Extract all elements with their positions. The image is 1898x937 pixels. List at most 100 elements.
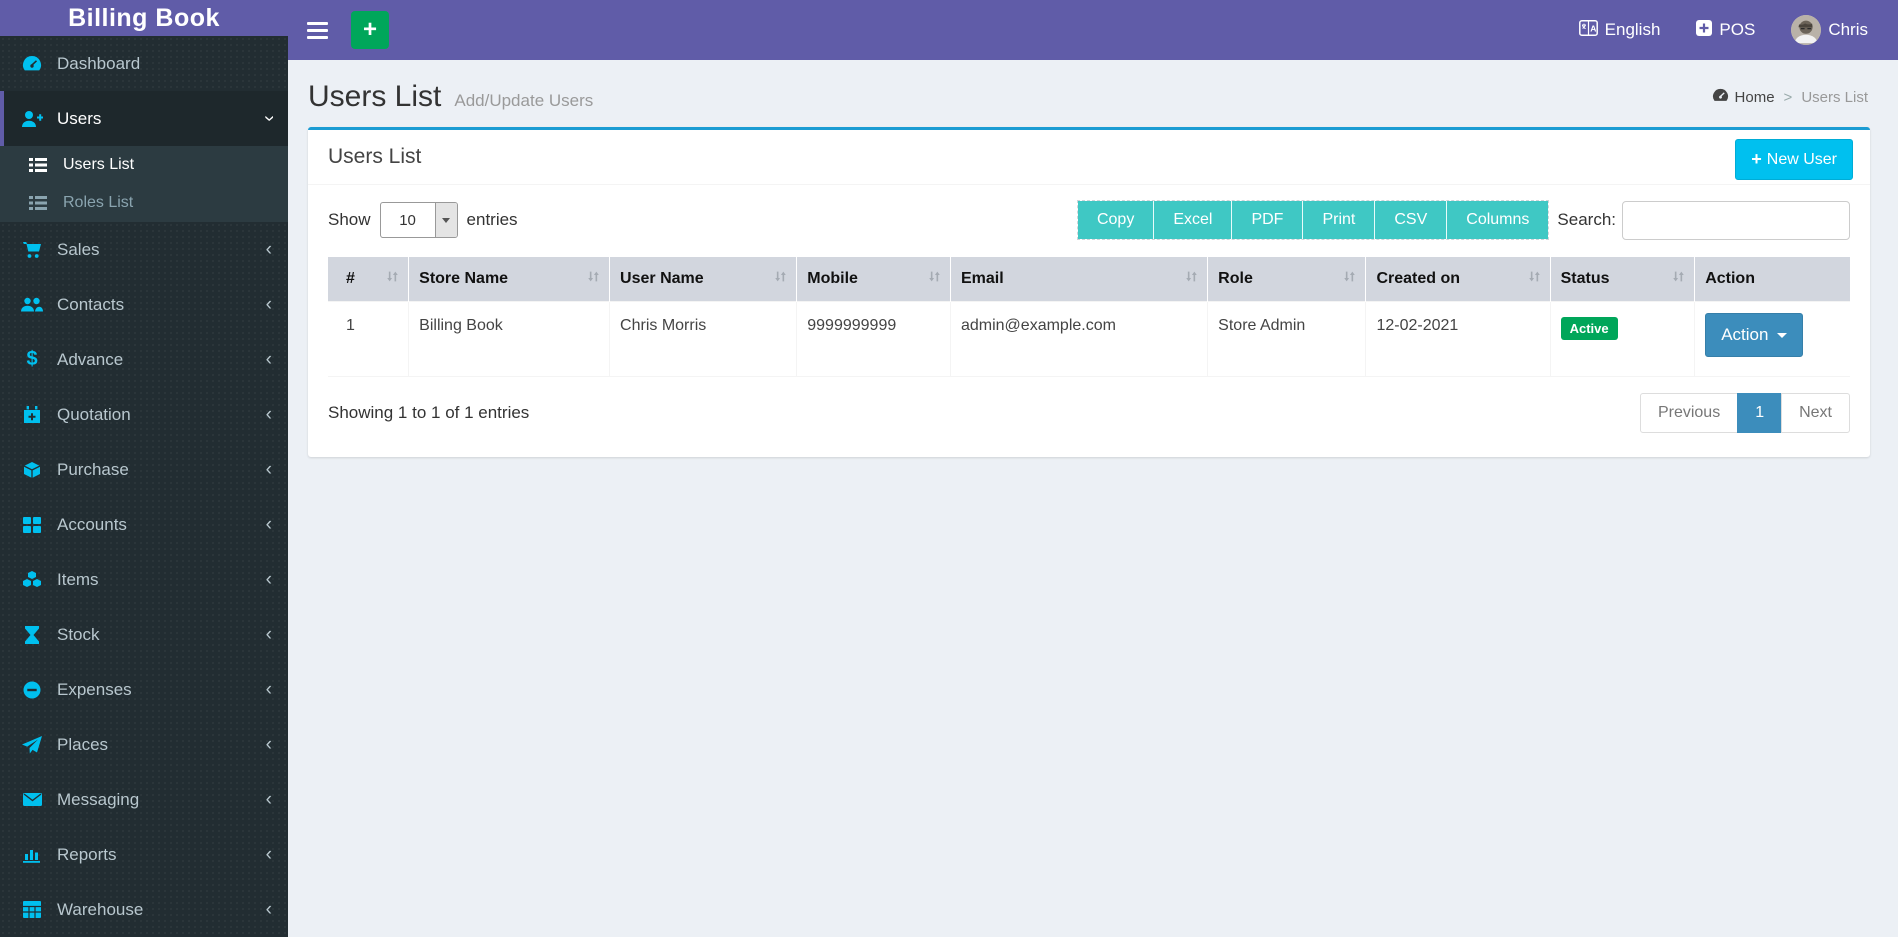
cell-mobile: 9999999999 <box>796 301 951 377</box>
column-header-user-name[interactable]: User Name <box>609 257 798 302</box>
sidebar-item-accounts[interactable]: Accounts ‹ <box>0 497 288 552</box>
sidebar-item-label: Places <box>57 734 109 754</box>
app-logo[interactable]: Billing Book <box>0 0 288 36</box>
sidebar-item-label: Roles List <box>63 194 134 211</box>
search-label: Search: <box>1557 210 1616 229</box>
cell-email: admin@example.com <box>950 301 1209 377</box>
pos-button[interactable]: POS <box>1696 19 1755 41</box>
cell-index: 1 <box>328 301 410 377</box>
export-button-group: Copy Excel PDF Print CSV Columns <box>1076 200 1550 240</box>
search-control: Search: <box>1557 200 1850 240</box>
breadcrumb-separator: > <box>1783 88 1793 106</box>
chevron-left-icon: ‹ <box>265 294 272 315</box>
page-length-control: Show 10 entries <box>328 202 518 238</box>
sidebar-item-expenses[interactable]: Expenses ‹ <box>0 662 288 717</box>
sidebar-item-label: Sales <box>57 239 100 259</box>
sidebar-item-quotation[interactable]: Quotation ‹ <box>0 387 288 442</box>
sidebar-item-reports[interactable]: Reports ‹ <box>0 827 288 882</box>
sidebar-item-label: Messaging <box>57 789 140 809</box>
cell-status: Active <box>1550 301 1696 377</box>
new-user-button-label: New User <box>1766 150 1837 168</box>
cubes-icon <box>18 571 46 588</box>
chevron-left-icon: ‹ <box>265 239 272 260</box>
toolbar-right: Copy Excel PDF Print CSV Columns Search: <box>1076 200 1850 240</box>
sidebar-item-messaging[interactable]: Messaging ‹ <box>0 772 288 827</box>
bar-chart-icon <box>18 846 46 863</box>
column-header-email[interactable]: Email <box>950 257 1209 302</box>
breadcrumb-home-link[interactable]: Home <box>1712 88 1775 107</box>
sidebar-item-label: Reports <box>57 844 117 864</box>
chevron-left-icon: ‹ <box>265 844 272 865</box>
column-header-role[interactable]: Role <box>1207 257 1367 302</box>
status-badge: Active <box>1560 317 1618 340</box>
sidebar-item-users[interactable]: Users ‹ <box>0 91 288 146</box>
new-user-button[interactable]: + New User <box>1735 139 1853 180</box>
chevron-left-icon: ‹ <box>265 899 272 920</box>
column-header-created-on[interactable]: Created on <box>1365 257 1551 302</box>
copy-button[interactable]: Copy <box>1077 201 1155 239</box>
content: Users List Add/Update Users Home > Users… <box>288 60 1898 937</box>
main-area: + A English POS Chris Users List Add/Upd… <box>288 0 1898 937</box>
columns-button[interactable]: Columns <box>1447 201 1549 239</box>
quick-add-button[interactable]: + <box>351 11 389 49</box>
sidebar-item-stock[interactable]: Stock ‹ <box>0 607 288 662</box>
sidebar-item-items[interactable]: Items ‹ <box>0 552 288 607</box>
csv-button[interactable]: CSV <box>1375 201 1448 239</box>
gauge-icon <box>18 55 46 73</box>
column-header-mobile[interactable]: Mobile <box>796 257 951 302</box>
sidebar-item-users-list[interactable]: Users List <box>0 146 288 184</box>
sidebar-item-dashboard[interactable]: Dashboard <box>0 36 288 91</box>
sort-icon <box>1528 270 1541 288</box>
user-menu[interactable]: Chris <box>1791 15 1868 45</box>
entries-info: Showing 1 to 1 of 1 entries <box>328 403 530 422</box>
sort-icon <box>587 270 600 288</box>
sort-icon <box>774 270 787 288</box>
page-length-select[interactable]: 10 <box>379 202 458 238</box>
sidebar-item-label: Contacts <box>57 294 125 314</box>
sort-icon <box>928 270 941 288</box>
page-header: Users List Add/Update Users Home > Users… <box>288 60 1898 127</box>
language-menu[interactable]: A English <box>1578 19 1660 41</box>
users-list-card: Users List + New User Show 10 entries Co… <box>308 127 1870 457</box>
calendar-plus-icon <box>18 405 46 424</box>
sidebar-item-purchase[interactable]: Purchase ‹ <box>0 442 288 497</box>
chevron-left-icon: ‹ <box>265 789 272 810</box>
column-header-index[interactable]: # <box>328 257 410 302</box>
cell-store-name: Billing Book <box>408 301 611 377</box>
page-title: Users List <box>308 80 442 113</box>
excel-button[interactable]: Excel <box>1154 201 1233 239</box>
sidebar-item-roles-list[interactable]: Roles List <box>0 184 288 222</box>
chevron-left-icon: ‹ <box>265 624 272 645</box>
sidebar-item-label: Users List <box>63 156 135 173</box>
sidebar-item-label: Users <box>57 108 102 128</box>
user-name-label: Chris <box>1828 20 1868 39</box>
pagination-previous-button[interactable]: Previous <box>1639 393 1739 433</box>
sort-icon <box>1343 270 1356 288</box>
column-header-store-name[interactable]: Store Name <box>408 257 611 302</box>
sidebar-item-sales[interactable]: Sales ‹ <box>0 222 288 277</box>
dollar-icon: $ <box>26 348 38 370</box>
breadcrumb: Home > Users List <box>1712 88 1868 107</box>
sidebar-item-label: Advance <box>57 349 124 369</box>
search-input[interactable] <box>1622 200 1850 240</box>
sidebar-item-places[interactable]: Places ‹ <box>0 717 288 772</box>
topbar: + A English POS Chris <box>288 0 1898 60</box>
print-button[interactable]: Print <box>1303 201 1376 239</box>
chevron-left-icon: ‹ <box>265 514 272 535</box>
sidebar-item-contacts[interactable]: Contacts ‹ <box>0 277 288 332</box>
table-header-row: # Store Name User Name Mobile Email Role… <box>328 257 1850 302</box>
gauge-icon <box>1712 88 1729 107</box>
pagination-page-1-button[interactable]: 1 <box>1737 393 1783 433</box>
sidebar-item-label: Quotation <box>57 404 131 424</box>
plus-icon: + <box>1751 149 1762 169</box>
sort-icon <box>1185 270 1198 288</box>
sort-icon <box>386 270 399 288</box>
row-action-button[interactable]: Action <box>1705 313 1804 357</box>
sidebar-item-advance[interactable]: $ Advance ‹ <box>0 332 288 387</box>
users-table: # Store Name User Name Mobile Email Role… <box>328 257 1850 377</box>
column-header-status[interactable]: Status <box>1550 257 1696 302</box>
sidebar-item-warehouse[interactable]: Warehouse ‹ <box>0 882 288 937</box>
pagination-next-button[interactable]: Next <box>1781 393 1850 433</box>
pdf-button[interactable]: PDF <box>1232 201 1304 239</box>
sidebar-toggle-button[interactable] <box>288 18 347 43</box>
